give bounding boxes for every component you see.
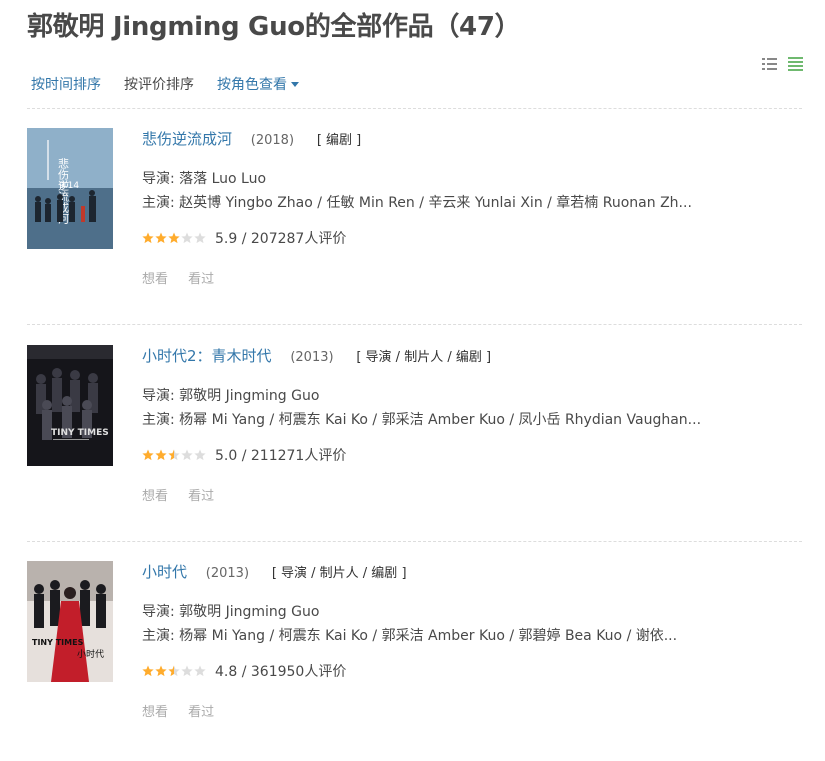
star-icon bbox=[142, 665, 154, 677]
work-roles: [ 导演 / 制片人 / 编剧 ] bbox=[356, 350, 492, 365]
poster-subtitle-text: 小时代 bbox=[77, 648, 104, 660]
view-toggle bbox=[762, 57, 804, 71]
cast-line: 主演: 杨幂 Mi Yang / 柯震东 Kai Ko / 郭采洁 Amber … bbox=[142, 412, 702, 428]
view-by-role-label: 按角色查看 bbox=[217, 77, 287, 93]
work-roles: [ 编剧 ] bbox=[316, 133, 362, 148]
watched-button[interactable]: 看过 bbox=[188, 489, 214, 504]
work-year: (2013) bbox=[205, 566, 250, 581]
divider bbox=[27, 324, 802, 325]
star-icon bbox=[168, 449, 180, 461]
watched-button[interactable]: 看过 bbox=[188, 272, 214, 287]
director-line: 导演: 郭敬明 Jingming Guo bbox=[142, 604, 320, 620]
actions: 想看 看过 bbox=[142, 701, 802, 720]
work-title-link[interactable]: 悲伤逆流成河 bbox=[142, 130, 232, 148]
poster-title-text: TINY TIMES bbox=[51, 428, 109, 438]
rating-stars bbox=[142, 665, 207, 677]
star-icon bbox=[142, 232, 154, 244]
star-icon bbox=[194, 449, 206, 461]
work-info: 悲伤逆流成河 (2018) [ 编剧 ] 导演: 落落 Luo Luo 主演: … bbox=[142, 128, 802, 287]
poster-image[interactable]: TINY TIMES bbox=[27, 345, 113, 466]
star-icon bbox=[181, 232, 193, 244]
work-title-link[interactable]: 小时代 bbox=[142, 563, 187, 581]
star-icon bbox=[168, 232, 180, 244]
cast-line: 主演: 杨幂 Mi Yang / 柯震东 Kai Ko / 郭采洁 Amber … bbox=[142, 628, 678, 644]
actions: 想看 看过 bbox=[142, 485, 802, 504]
actions: 想看 看过 bbox=[142, 268, 802, 287]
rating-row: 5.0 / 211271人评价 bbox=[142, 445, 802, 465]
poster-image[interactable]: 悲伤逆流成河 9.14 bbox=[27, 128, 113, 249]
star-icon bbox=[142, 449, 154, 461]
work-item: 悲伤逆流成河 9.14 悲伤逆流成河 (2018) [ 编剧 ] 导演: 落落 … bbox=[27, 128, 802, 328]
want-to-watch-button[interactable]: 想看 bbox=[142, 489, 168, 504]
work-roles: [ 导演 / 制片人 / 编剧 ] bbox=[271, 566, 407, 581]
star-icon bbox=[155, 665, 167, 677]
want-to-watch-button[interactable]: 想看 bbox=[142, 705, 168, 720]
rating-stars bbox=[142, 232, 207, 244]
want-to-watch-button[interactable]: 想看 bbox=[142, 272, 168, 287]
rating-text: 5.0 / 211271人评价 bbox=[215, 448, 347, 464]
rating-text: 5.9 / 207287人评价 bbox=[215, 231, 347, 247]
star-icon bbox=[181, 665, 193, 677]
poster-title-text: TINY TIMES bbox=[32, 638, 84, 647]
divider bbox=[27, 108, 802, 109]
cast-line: 主演: 赵英博 Yingbo Zhao / 任敏 Min Ren / 辛云来 Y… bbox=[142, 195, 692, 211]
work-info: 小时代2：青木时代 (2013) [ 导演 / 制片人 / 编剧 ] 导演: 郭… bbox=[142, 345, 802, 504]
sort-by-time-link[interactable]: 按时间排序 bbox=[31, 74, 101, 94]
star-icon bbox=[155, 449, 167, 461]
watched-button[interactable]: 看过 bbox=[188, 705, 214, 720]
work-item: TINY TIMES 小时代 小时代 (2013) [ 导演 / 制片人 / 编… bbox=[27, 561, 802, 761]
page-title: 郭敬明 Jingming Guo的全部作品（47） bbox=[27, 12, 521, 42]
rating-text: 4.8 / 361950人评价 bbox=[215, 664, 347, 680]
sort-by-rating-link[interactable]: 按评价排序 bbox=[124, 74, 194, 94]
divider bbox=[27, 541, 802, 542]
detail-list-view-icon[interactable] bbox=[762, 57, 778, 71]
star-icon bbox=[194, 665, 206, 677]
rating-row: 5.9 / 207287人评价 bbox=[142, 228, 802, 248]
star-icon bbox=[194, 232, 206, 244]
star-icon bbox=[155, 232, 167, 244]
work-item: TINY TIMES 小时代2：青木时代 (2013) [ 导演 / 制片人 /… bbox=[27, 345, 802, 545]
director-line: 导演: 郭敬明 Jingming Guo bbox=[142, 388, 320, 404]
star-icon bbox=[168, 665, 180, 677]
svg-text:9.14: 9.14 bbox=[59, 181, 79, 191]
rating-row: 4.8 / 361950人评价 bbox=[142, 661, 802, 681]
rating-stars bbox=[142, 449, 207, 461]
work-info: 小时代 (2013) [ 导演 / 制片人 / 编剧 ] 导演: 郭敬明 Jin… bbox=[142, 561, 802, 720]
work-title-link[interactable]: 小时代2：青木时代 bbox=[142, 347, 272, 365]
sort-bar: 按时间排序 按评价排序 按角色查看 bbox=[31, 74, 322, 94]
director-line: 导演: 落落 Luo Luo bbox=[142, 171, 267, 187]
caret-down-icon bbox=[291, 81, 299, 87]
view-by-role-dropdown[interactable]: 按角色查看 bbox=[217, 74, 299, 94]
compact-list-view-icon[interactable] bbox=[788, 57, 804, 71]
work-year: (2018) bbox=[250, 133, 295, 148]
star-icon bbox=[181, 449, 193, 461]
poster-image[interactable]: TINY TIMES 小时代 bbox=[27, 561, 113, 682]
work-year: (2013) bbox=[290, 350, 334, 365]
